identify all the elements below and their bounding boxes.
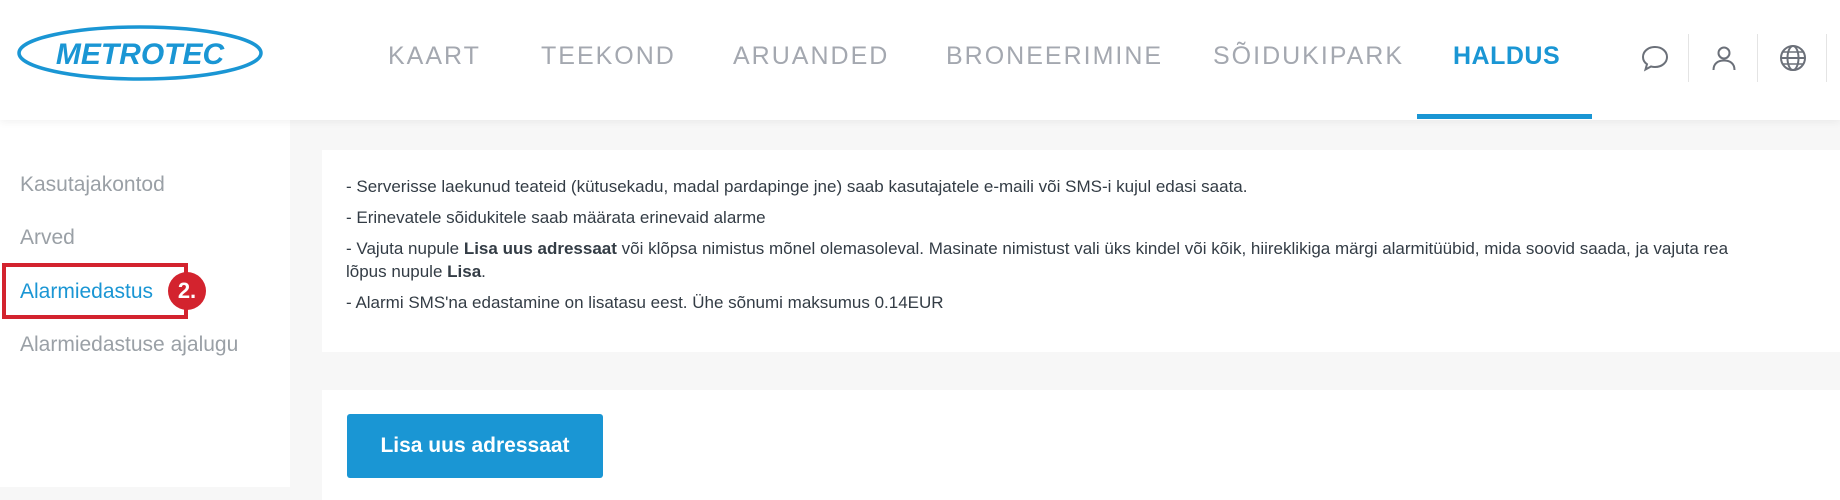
info-text: lõpus nupule: [346, 262, 448, 281]
action-panel: Lisa uus adressaat: [322, 390, 1840, 500]
info-bold-text: Lisa uus adressaat: [463, 239, 617, 258]
info-text: .: [481, 262, 486, 281]
sidebar-item-kasutajakontod[interactable]: Kasutajakontod: [20, 173, 165, 197]
top-navigation-bar: METROTEC KAART TEEKOND ARUANDED BRONEERI…: [0, 0, 1840, 120]
info-line: - Vajuta nupule Lisa uus adressaat või k…: [346, 239, 1728, 259]
metrotec-logo[interactable]: METROTEC: [16, 24, 264, 82]
active-tab-underline: [1417, 114, 1592, 119]
icon-divider: [1826, 34, 1827, 82]
metrotec-logo-graphic: METROTEC: [17, 25, 263, 81]
globe-icon[interactable]: [1765, 30, 1821, 86]
nav-item-aruanded[interactable]: ARUANDED: [733, 0, 889, 120]
sidebar-item-arved[interactable]: Arved: [20, 226, 75, 250]
add-recipient-button[interactable]: Lisa uus adressaat: [347, 414, 603, 478]
user-icon[interactable]: [1696, 30, 1752, 86]
nav-item-soidukipark[interactable]: SÕIDUKIPARK: [1213, 0, 1404, 120]
chat-bubble-icon[interactable]: [1627, 30, 1683, 86]
sidebar-item-alarmiedastuse-ajalugu[interactable]: Alarmiedastuse ajalugu: [20, 333, 238, 357]
nav-item-kaart[interactable]: KAART: [388, 0, 481, 120]
nav-item-broneerimine[interactable]: BRONEERIMINE: [946, 0, 1163, 120]
info-panel: - Serverisse laekunud teateid (kütusekad…: [322, 150, 1840, 352]
info-text: või klõpsa nimistus mõnel olemasoleval. …: [616, 239, 1729, 258]
info-line: lõpus nupule Lisa.: [346, 262, 486, 282]
highlight-box-alarmiedastus: [2, 263, 188, 319]
info-bold-text: Lisa: [447, 262, 482, 281]
info-text: - Vajuta nupule: [346, 239, 464, 258]
icon-divider: [1757, 34, 1758, 82]
icon-divider: [1688, 34, 1689, 82]
logo-text: METROTEC: [56, 38, 226, 71]
info-line: - Alarmi SMS'na edastamine on lisatasu e…: [346, 293, 944, 312]
nav-item-haldus[interactable]: HALDUS: [1453, 0, 1560, 120]
nav-item-teekond[interactable]: TEEKOND: [541, 0, 676, 120]
info-line: - Serverisse laekunud teateid (kütusekad…: [346, 177, 1248, 196]
step-badge-2: 2.: [168, 272, 206, 310]
info-line: - Erinevatele sõidukitele saab määrata e…: [346, 208, 766, 227]
